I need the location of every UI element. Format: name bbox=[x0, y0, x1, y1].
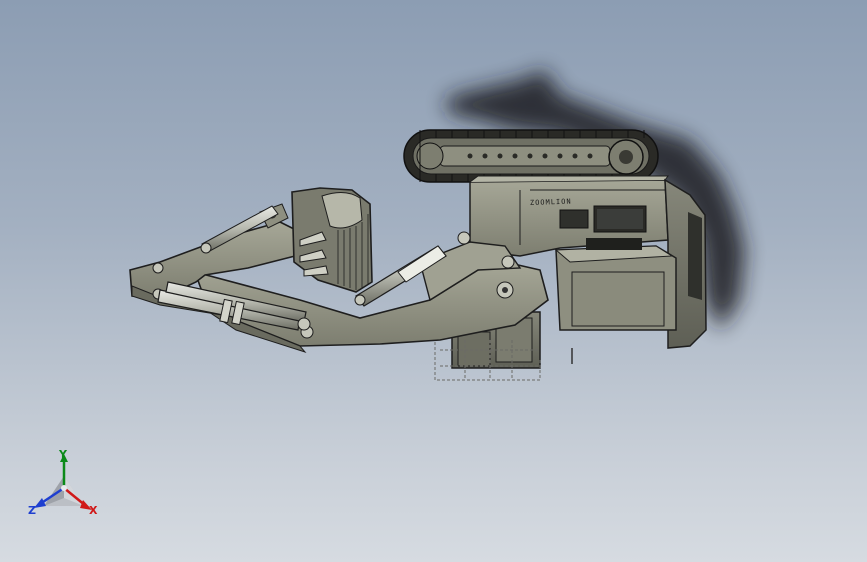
model-label-text: ZOOMLION bbox=[530, 198, 572, 207]
crawler-track bbox=[403, 129, 659, 183]
y-axis-label: Y bbox=[59, 448, 67, 461]
x-axis-label: X bbox=[89, 504, 98, 517]
excavator-model[interactable]: ZOOMLION bbox=[0, 0, 867, 562]
graphics-viewport[interactable]: ZOOMLION Y X Z bbox=[0, 0, 867, 562]
z-axis-label: Z bbox=[28, 504, 36, 517]
coordinate-triad: Y X Z bbox=[26, 448, 106, 524]
bucket bbox=[291, 187, 373, 293]
